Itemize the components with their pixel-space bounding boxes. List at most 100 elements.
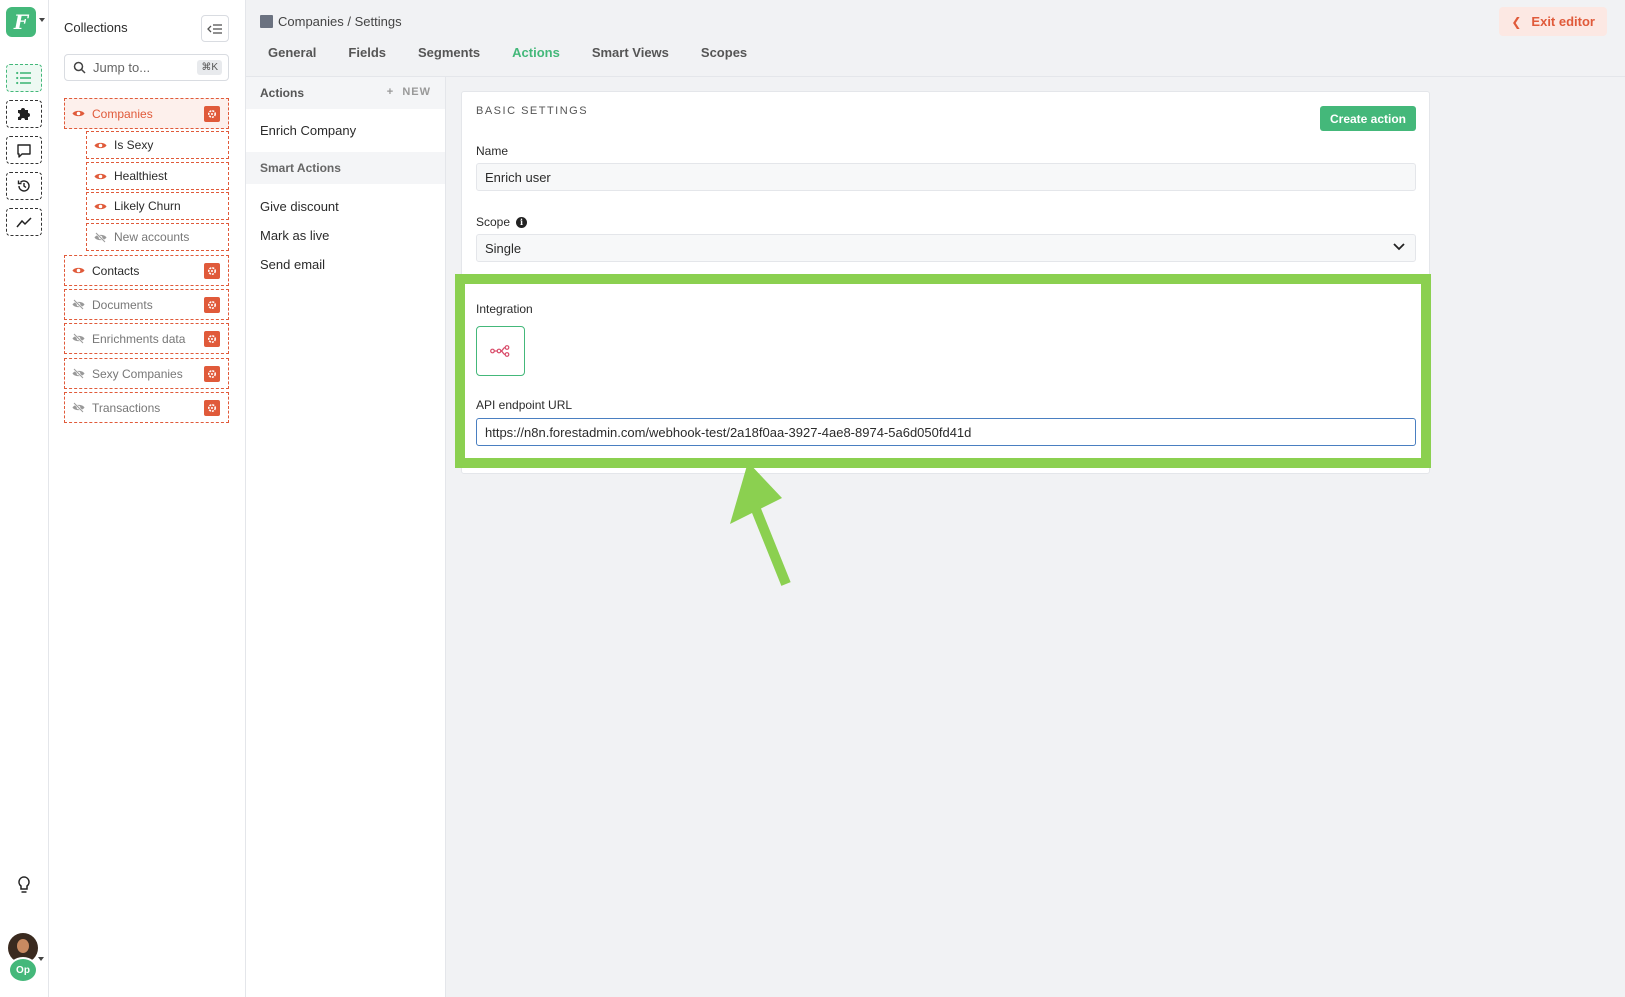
eye-icon [94,173,107,179]
gear-icon [207,369,217,379]
eye-off-icon [94,231,107,243]
eye-icon [72,267,85,274]
shortcut-hint: ⌘K [197,60,222,75]
collections-nav-button[interactable] [6,64,42,92]
gear-icon [207,334,217,344]
name-value: Enrich user [485,169,551,185]
search-icon [73,61,86,74]
segment-new-accounts[interactable]: New accounts [86,223,229,251]
settings-tabs: General Fields Segments Actions Smart Vi… [268,45,779,60]
project-badge[interactable]: Op [8,957,38,983]
settings-header: Companies / Settings General Fields Segm… [246,0,1625,77]
collection-settings-button[interactable] [204,106,220,122]
caret-down-icon[interactable] [39,18,45,22]
collection-settings-button[interactable] [204,263,220,279]
collection-settings-button[interactable] [204,331,220,347]
list-icon [16,71,31,85]
tab-smart-views[interactable]: Smart Views [592,45,669,60]
collection-settings-button[interactable] [204,297,220,313]
eye-icon [72,110,85,117]
collection-label: Companies [92,106,153,121]
segment-label: Healthiest [114,169,168,183]
gear-icon [207,403,217,413]
analytics-nav-button[interactable] [6,208,42,236]
actions-title: Actions [260,86,305,100]
history-icon [17,180,30,192]
info-icon[interactable]: i [516,216,528,228]
puzzle-icon [18,108,30,120]
name-label: Name [476,144,509,158]
collections-panel: Collections Jump to... ⌘K Companies Is S… [49,0,246,997]
segment-is-sexy[interactable]: Is Sexy [86,131,229,159]
gear-icon [207,300,217,310]
collapse-panel-button[interactable] [201,15,229,42]
lightbulb-icon [18,876,30,893]
actions-list-panel: Actions + NEW Enrich Company Smart Actio… [246,77,446,997]
action-item[interactable]: Enrich Company [260,123,356,138]
chevron-down-icon [1393,243,1405,251]
collection-contacts[interactable]: Contacts [64,255,229,286]
create-action-button[interactable]: Create action [1320,106,1416,131]
collection-enrichments-data[interactable]: Enrichments data [64,323,229,354]
project-badge-label: Op [16,964,30,976]
tab-scopes[interactable]: Scopes [701,45,747,60]
collection-documents[interactable]: Documents [64,289,229,320]
collection-label: Contacts [92,263,140,278]
name-input[interactable]: Enrich user [476,163,1416,191]
collection-sexy-companies[interactable]: Sexy Companies [64,358,229,389]
caret-down-icon[interactable] [38,957,44,961]
annotation-arrow [730,462,791,586]
messages-nav-button[interactable] [6,136,42,164]
segment-healthiest[interactable]: Healthiest [86,162,229,190]
highlight-box [455,274,1431,468]
app-logo[interactable]: F [6,7,36,37]
smart-action-item[interactable]: Send email [260,257,325,272]
collection-settings-button[interactable] [204,366,220,382]
scope-label: Scope [476,215,511,229]
scope-select[interactable]: Single [476,234,1416,262]
scope-value: Single [485,240,522,256]
collection-label: Enrichments data [92,331,186,346]
breadcrumb-text: Companies / Settings [278,14,402,29]
new-action-label: NEW [402,86,431,98]
activity-nav-button[interactable] [6,172,42,200]
collapse-menu-icon [207,23,222,34]
eye-icon [94,203,107,209]
eye-off-icon [72,402,85,413]
tab-segments[interactable]: Segments [418,45,480,60]
integrations-nav-button[interactable] [6,100,42,128]
segment-label: Likely Churn [114,199,181,213]
eye-off-icon [72,368,85,379]
eye-off-icon [72,299,85,310]
segment-label: New accounts [114,230,190,244]
new-action-button[interactable]: + NEW [387,86,431,98]
collections-title: Collections [64,20,128,35]
collection-companies[interactable]: Companies [64,98,229,129]
section-heading: BASIC SETTINGS [476,105,589,117]
collection-label: Transactions [92,400,161,415]
avatar-face [17,939,29,953]
exit-editor-button[interactable]: ❮ Exit editor [1499,7,1607,36]
icon-rail: F Op [0,0,49,997]
logo-letter: F [13,10,29,34]
segment-label: Is Sexy [114,138,154,152]
jump-to-search[interactable]: Jump to... ⌘K [64,54,229,81]
collection-label: Documents [92,297,153,312]
segment-likely-churn[interactable]: Likely Churn [86,192,229,220]
collection-transactions[interactable]: Transactions [64,392,229,423]
tab-general[interactable]: General [268,45,316,60]
collection-label: Sexy Companies [92,366,183,381]
collection-settings-button[interactable] [204,400,220,416]
eye-icon [94,142,107,148]
actions-header: Actions + NEW [246,77,445,109]
tab-actions[interactable]: Actions [512,45,560,60]
smart-actions-header: Smart Actions [246,152,445,184]
search-placeholder: Jump to... [93,60,151,75]
help-button[interactable] [14,874,34,896]
smart-action-item[interactable]: Mark as live [260,228,329,243]
breadcrumb: Companies / Settings [260,14,402,29]
gear-icon [207,266,217,276]
smart-action-item[interactable]: Give discount [260,199,339,214]
building-icon [260,15,273,28]
tab-fields[interactable]: Fields [348,45,386,60]
